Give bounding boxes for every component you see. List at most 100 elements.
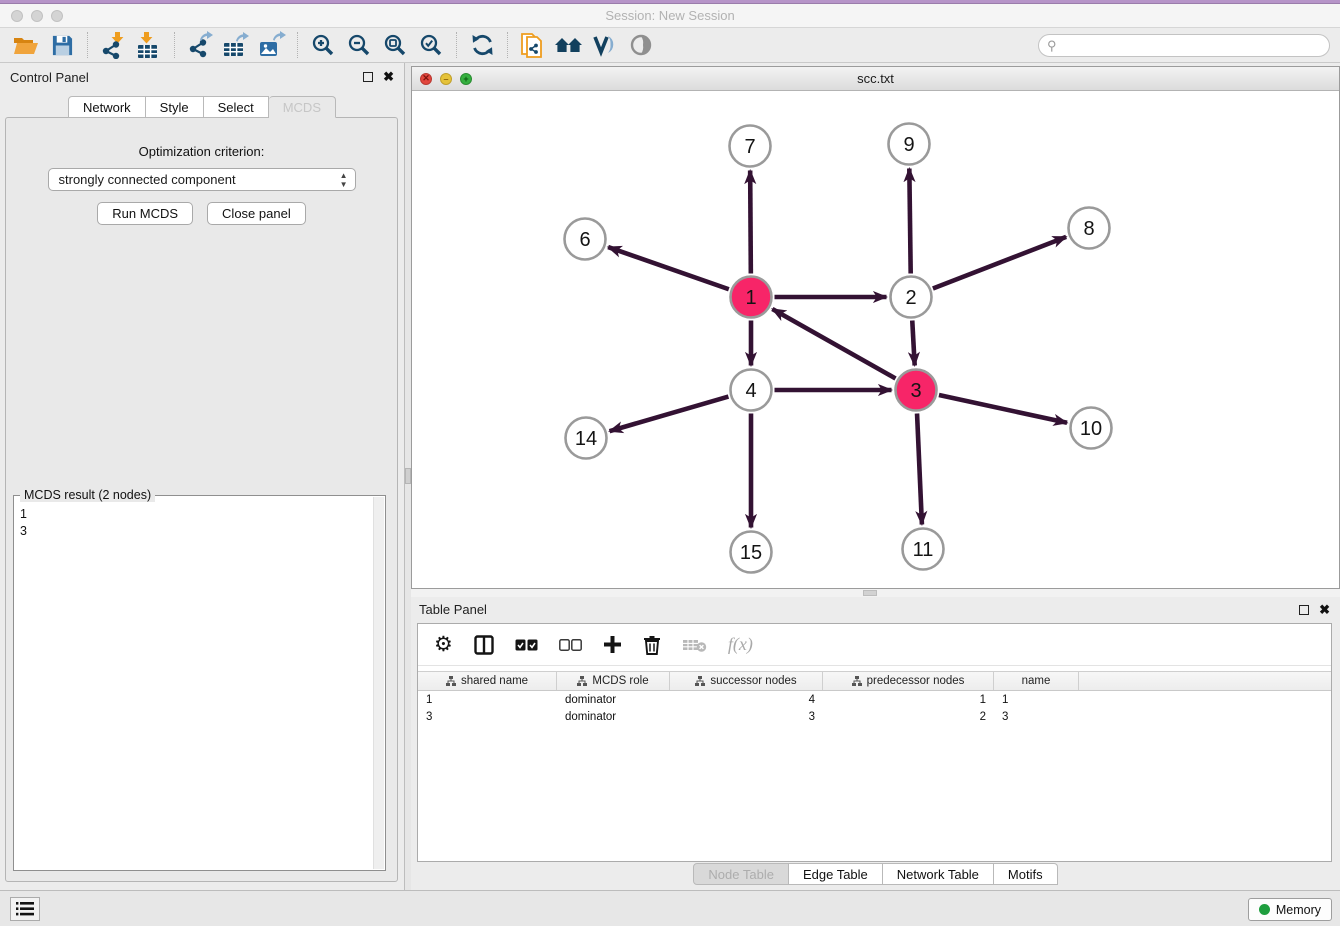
close-panel-button[interactable]: Close panel <box>207 202 306 225</box>
graph-node-label-11: 11 <box>913 539 934 561</box>
edge-2-3[interactable] <box>912 320 914 365</box>
column-header-name[interactable]: name <box>994 672 1079 690</box>
import-table-icon[interactable] <box>131 30 167 60</box>
tab-network-table[interactable]: Network Table <box>883 863 994 885</box>
tab-style[interactable]: Style <box>146 96 204 118</box>
toolbar-separator <box>87 32 88 58</box>
search-input[interactable] <box>1038 34 1330 57</box>
status-bar: Memory <box>0 890 1340 926</box>
delete-table-icon[interactable] <box>682 637 707 653</box>
table-cell: dominator <box>557 691 670 708</box>
refresh-icon[interactable] <box>464 30 500 60</box>
tab-edge-table[interactable]: Edge Table <box>789 863 883 885</box>
task-history-button[interactable] <box>10 897 40 921</box>
tab-node-table[interactable]: Node Table <box>693 863 789 885</box>
tab-mcds[interactable]: MCDS <box>269 96 336 118</box>
export-table-icon[interactable] <box>218 30 254 60</box>
function-builder-icon[interactable]: f(x) <box>728 634 753 655</box>
edge-1-6[interactable] <box>608 247 729 289</box>
table-cell: 1 <box>823 691 994 708</box>
save-session-icon[interactable] <box>44 30 80 60</box>
network-window-titlebar[interactable]: ✕ – + scc.txt <box>412 67 1339 91</box>
column-header-label: shared name <box>461 675 528 687</box>
column-view-icon[interactable] <box>474 635 494 655</box>
table-cell: 3 <box>670 708 823 725</box>
zoom-in-icon[interactable] <box>305 30 341 60</box>
mcds-result-list[interactable]: 1 3 <box>20 506 373 868</box>
column-header-label: MCDS role <box>592 675 648 687</box>
graph-node-label-1: 1 <box>745 287 756 309</box>
node-table: shared name MCDS role successor nodesprede… <box>418 671 1331 725</box>
memory-label: Memory <box>1276 903 1321 917</box>
window-title: Session: New Session <box>0 8 1340 23</box>
graph-node-label-7: 7 <box>744 136 755 158</box>
hierarchy-icon <box>577 676 587 686</box>
node-table-container: ⚙ f(x) shared nameMCDS rolesuccessor nod <box>417 623 1332 862</box>
edge-2-9[interactable] <box>909 168 910 273</box>
delete-column-icon[interactable] <box>643 635 661 655</box>
hierarchy-icon <box>695 676 705 686</box>
edge-2-8[interactable] <box>933 237 1066 289</box>
home-layout-icon[interactable] <box>551 30 587 60</box>
float-panel-icon[interactable] <box>1299 605 1309 615</box>
mcds-result-line: 1 <box>20 506 373 523</box>
graph-node-label-6: 6 <box>579 229 590 251</box>
tab-network[interactable]: Network <box>68 96 146 118</box>
optimization-criterion-select[interactable]: strongly connected component ▲▼ <box>48 168 356 191</box>
search-field-wrap: ⚲ <box>1038 34 1330 57</box>
edge-1-7[interactable] <box>750 170 751 273</box>
table-cell: 1 <box>418 691 557 708</box>
column-header-MCDS-role[interactable]: MCDS role <box>557 672 670 690</box>
splitter-grip[interactable] <box>863 590 877 596</box>
import-network-icon[interactable] <box>95 30 131 60</box>
dropdown-value: strongly connected component <box>59 172 236 187</box>
zoom-selected-icon[interactable] <box>413 30 449 60</box>
tab-motifs[interactable]: Motifs <box>994 863 1058 885</box>
table-row[interactable]: 3dominator323 <box>418 708 1331 725</box>
network-graph[interactable]: 7968124314101511 <box>412 91 1339 588</box>
mcds-result-box: MCDS result (2 nodes) 1 3 <box>13 495 386 871</box>
graph-node-label-14: 14 <box>575 428 597 450</box>
memory-button[interactable]: Memory <box>1248 898 1332 921</box>
select-all-icon[interactable] <box>515 639 538 651</box>
vertical-splitter[interactable] <box>404 63 411 890</box>
show-hide-icon[interactable] <box>623 30 659 60</box>
table-row[interactable]: 1dominator411 <box>418 691 1331 708</box>
export-image-icon[interactable] <box>254 30 290 60</box>
edge-3-1[interactable] <box>772 309 895 378</box>
new-network-file-icon[interactable] <box>515 30 551 60</box>
settings-gear-icon[interactable]: ⚙ <box>434 632 453 657</box>
edge-3-11[interactable] <box>917 413 922 524</box>
style-visibility-icon[interactable] <box>587 30 623 60</box>
column-header-shared-name[interactable]: shared name <box>418 672 557 690</box>
open-folder-icon[interactable] <box>8 30 44 60</box>
result-scrollbar[interactable] <box>373 497 384 869</box>
tab-select[interactable]: Select <box>204 96 269 118</box>
toolbar-separator <box>297 32 298 58</box>
table-tabs: Node Table Edge Table Network Table Moti… <box>411 863 1340 888</box>
graph-node-label-9: 9 <box>903 134 914 156</box>
export-network-icon[interactable] <box>182 30 218 60</box>
close-panel-icon[interactable]: ✖ <box>383 72 394 82</box>
network-canvas[interactable]: 7968124314101511 <box>412 91 1339 588</box>
table-cell: 3 <box>418 708 557 725</box>
column-header-successor-nodes[interactable]: successor nodes <box>670 672 823 690</box>
zoom-fit-icon[interactable] <box>377 30 413 60</box>
close-panel-icon[interactable]: ✖ <box>1319 605 1330 615</box>
table-panel: Table Panel ✖ ⚙ <box>411 597 1340 890</box>
table-header-row: shared name MCDS role successor nodesprede… <box>418 671 1331 691</box>
float-panel-icon[interactable] <box>363 72 373 82</box>
edge-4-14[interactable] <box>610 397 729 432</box>
horizontal-splitter[interactable] <box>411 589 1340 597</box>
run-mcds-button[interactable]: Run MCDS <box>97 202 193 225</box>
deselect-all-icon[interactable] <box>559 639 582 651</box>
edge-3-10[interactable] <box>939 395 1067 423</box>
graph-node-label-4: 4 <box>745 380 756 402</box>
column-header-label: name <box>1022 675 1051 687</box>
table-cell: 3 <box>994 708 1079 725</box>
table-cell: 1 <box>994 691 1079 708</box>
column-header-predecessor-nodes[interactable]: predecessor nodes <box>823 672 994 690</box>
zoom-out-icon[interactable] <box>341 30 377 60</box>
add-column-icon[interactable] <box>603 635 622 654</box>
memory-status-icon <box>1259 904 1270 915</box>
